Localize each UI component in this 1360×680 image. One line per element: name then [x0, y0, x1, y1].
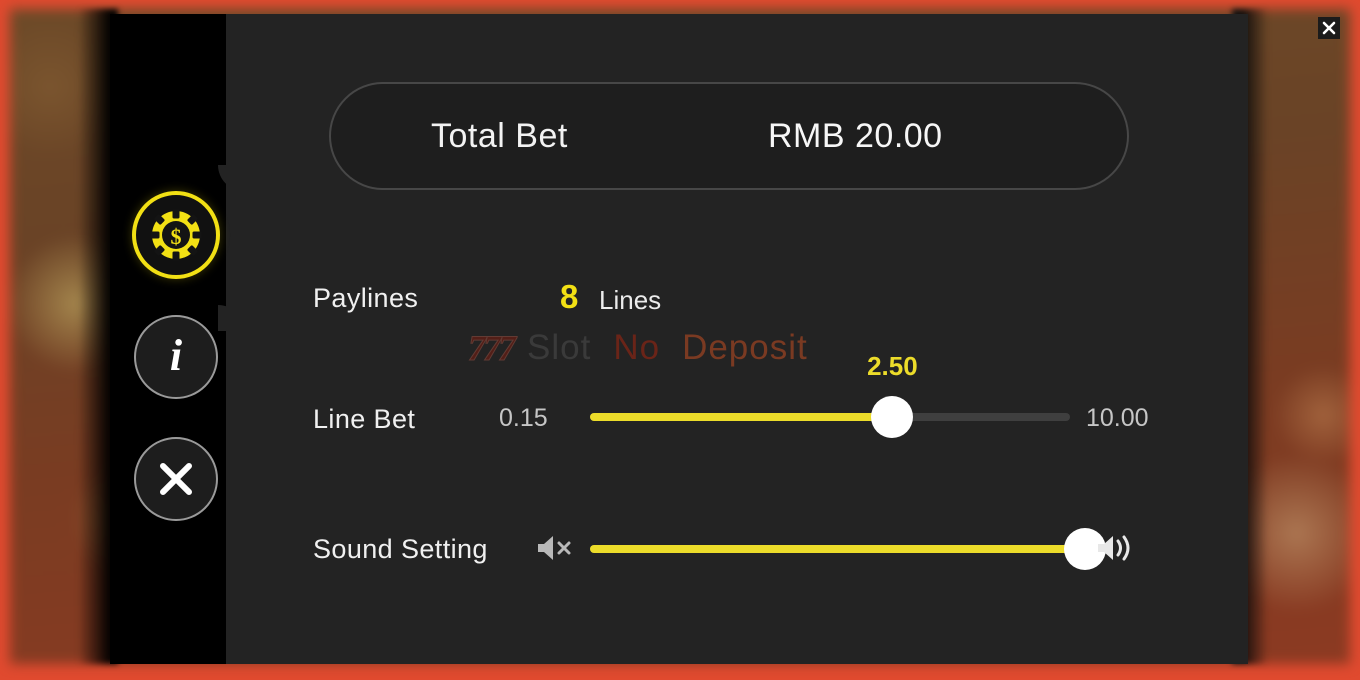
paylines-unit: Lines [599, 285, 662, 315]
sound-track-fill [590, 545, 1085, 553]
svg-text:$: $ [171, 224, 182, 249]
speaker-mute-icon[interactable] [533, 526, 577, 575]
line-bet-slider[interactable] [590, 396, 1070, 438]
sound-setting-slider[interactable] [590, 528, 1106, 570]
total-bet-label: Total Bet [431, 116, 568, 155]
sidebar-item-info[interactable]: i [134, 315, 218, 399]
total-bet-value: RMB 20.00 [768, 116, 943, 155]
line-bet-min-value: 0.15 [499, 404, 548, 432]
total-bet-display: Total Bet RMB 20.00 [329, 82, 1129, 190]
sidebar-item-bet-settings[interactable]: $ [132, 191, 220, 279]
line-bet-label: Line Bet [313, 404, 416, 434]
window-close-button[interactable] [1318, 17, 1340, 39]
sound-setting-label: Sound Setting [313, 534, 488, 564]
line-bet-max-value: 10.00 [1086, 404, 1149, 432]
speaker-volume-icon[interactable] [1095, 526, 1139, 575]
settings-modal: $ i Total Bet RMB 20.00 Paylines 8 Lines… [110, 14, 1248, 664]
paylines-count: 8 [560, 278, 579, 315]
game-screen: $ i Total Bet RMB 20.00 Paylines 8 Lines… [0, 0, 1360, 680]
close-icon [160, 463, 192, 495]
line-bet-track-fill [590, 413, 893, 421]
casino-chip-icon: $ [150, 209, 202, 261]
paylines-label: Paylines [313, 283, 419, 313]
sidebar-item-close[interactable] [134, 437, 218, 521]
info-icon: i [169, 331, 183, 380]
line-bet-current-value: 2.50 [867, 351, 918, 381]
close-icon [1322, 21, 1336, 35]
